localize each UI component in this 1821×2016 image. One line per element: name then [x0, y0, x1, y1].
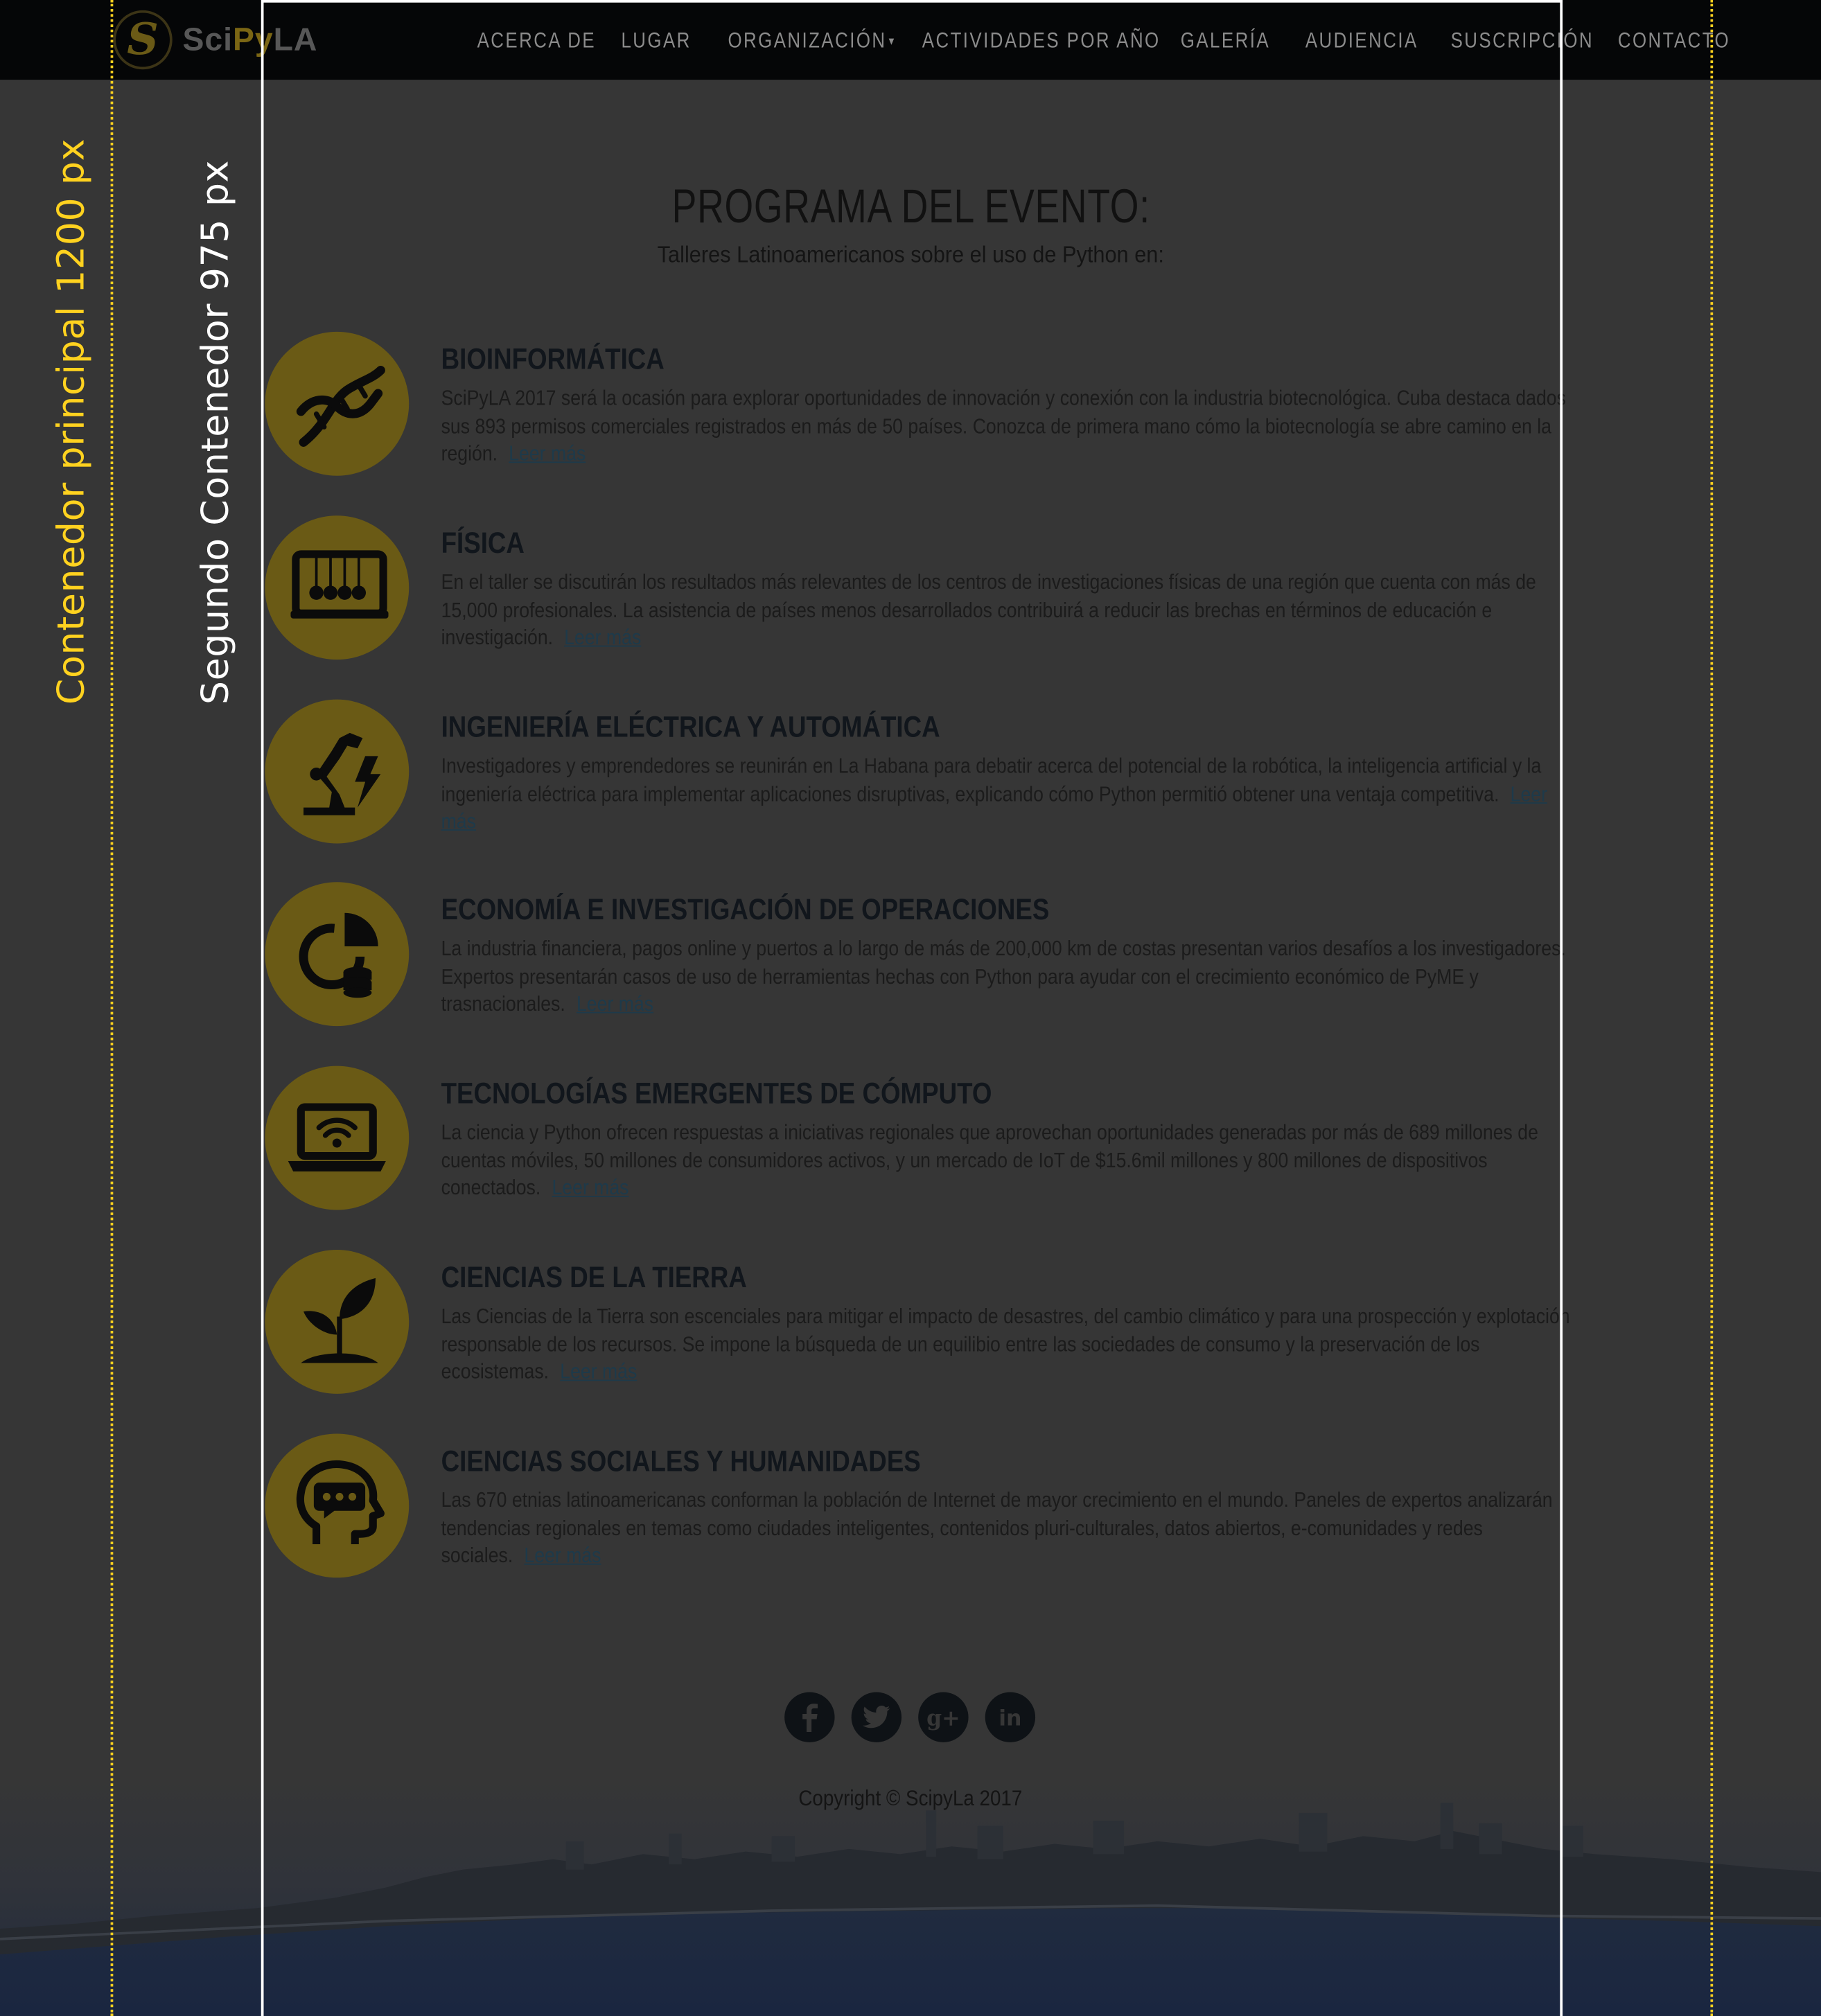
- logo-sci: Sci: [182, 21, 233, 58]
- dna-icon: [265, 331, 410, 476]
- program-subtitle-text: Talleres Latinoamericanos sobre el uso d…: [657, 241, 1164, 268]
- caret-down-icon: ▾: [888, 35, 896, 49]
- logo-la: LA: [273, 21, 318, 58]
- nav-item-galeria[interactable]: GALERÍA: [1181, 28, 1270, 54]
- nav-item-audiencia[interactable]: AUDIENCIA: [1305, 28, 1418, 54]
- nav-item-organizacion-label: ORGANIZACIÓN: [728, 28, 887, 53]
- copyright-text: Copyright © ScipyLa 2017: [798, 1785, 1023, 1811]
- second-container-right-guide: [1560, 0, 1563, 2016]
- read-more-link[interactable]: Leer más: [564, 627, 641, 650]
- nav-item-lugar[interactable]: LUGAR: [621, 28, 691, 54]
- workshop-tecnologias: TECNOLOGÍAS EMERGENTES DE CÓMPUTO La cie…: [263, 1066, 1562, 1221]
- logo-s-icon: S: [113, 10, 173, 70]
- program-subtitle: Talleres Latinoamericanos sobre el uso d…: [0, 242, 1821, 269]
- read-more-link[interactable]: Leer más: [577, 993, 653, 1016]
- scipyla-logo[interactable]: S SciPyLA: [113, 9, 317, 71]
- nav-item-actividades[interactable]: ACTIVIDADES POR AÑO: [922, 28, 1161, 54]
- workshop-title: CIENCIAS SOCIALES Y HUMANIDADES: [441, 1444, 921, 1478]
- second-container-label: Segundo Contenedor 975 px: [193, 160, 237, 705]
- logo-py: Py: [232, 21, 274, 58]
- workshop-description: Las Ciencias de la Tierra son escenciale…: [441, 1304, 1572, 1388]
- main-container-left-guide: [110, 0, 114, 2016]
- nav-item-organizacion[interactable]: ORGANIZACIÓN ▾: [728, 28, 895, 54]
- workshop-description: La ciencia y Python ofrecen respuestas a…: [441, 1120, 1572, 1204]
- program-title-text: PROGRAMA DEL EVENTO:: [671, 179, 1150, 233]
- laptop-wifi-icon: [265, 1066, 410, 1210]
- sprout-icon: [265, 1250, 410, 1394]
- workshop-title: TECNOLOGÍAS EMERGENTES DE CÓMPUTO: [441, 1076, 992, 1110]
- workshop-economia: ECONOMÍA E INVESTIGACIÓN DE OPERACIONES …: [263, 882, 1566, 1036]
- second-container-top-guide: [262, 0, 1563, 3]
- workshop-description-text: Investigadores y emprendedores se reunir…: [441, 754, 1542, 806]
- read-more-link[interactable]: Leer más: [524, 1545, 601, 1568]
- read-more-link[interactable]: Leer más: [509, 443, 586, 466]
- workshop-sociales: CIENCIAS SOCIALES Y HUMANIDADES Las 670 …: [263, 1433, 1562, 1588]
- top-navbar: S SciPyLA ACERCA DE LUGAR ORGANIZACIÓN ▾ …: [0, 0, 1821, 80]
- newtons-cradle-icon: [265, 515, 410, 660]
- main-container-right-guide: [1710, 0, 1714, 2016]
- facebook-icon[interactable]: [784, 1692, 835, 1742]
- workshop-title: CIENCIAS DE LA TIERRA: [441, 1259, 747, 1294]
- page: S SciPyLA ACERCA DE LUGAR ORGANIZACIÓN ▾ …: [0, 0, 1821, 2016]
- svg-text:g+: g+: [926, 1706, 960, 1731]
- google-plus-icon[interactable]: g+: [918, 1692, 969, 1742]
- nav-item-acerca-de[interactable]: ACERCA DE: [477, 28, 596, 54]
- copyright: Copyright © ScipyLa 2017: [0, 1786, 1821, 1812]
- workshop-description-text: Las 670 etnias latinoamericanas conforma…: [441, 1489, 1553, 1568]
- main-container-label: Contenedor principal 1200 px: [49, 138, 93, 705]
- workshop-tierra: CIENCIAS DE LA TIERRA Las Ciencias de la…: [263, 1250, 1570, 1404]
- workshop-description: Las 670 etnias latinoamericanas conforma…: [441, 1487, 1572, 1571]
- pie-chart-coins-icon: [265, 882, 410, 1027]
- linkedin-icon[interactable]: in: [985, 1692, 1036, 1742]
- twitter-icon[interactable]: [851, 1692, 902, 1742]
- program-title: PROGRAMA DEL EVENTO:: [0, 180, 1821, 234]
- workshop-title: ECONOMÍA E INVESTIGACIÓN DE OPERACIONES: [441, 892, 1050, 926]
- workshop-description: La industria financiera, pagos online y …: [441, 936, 1572, 1020]
- workshop-ingenieria: INGENIERÍA ELÉCTRICA Y AUTOMÁTICA Invest…: [263, 699, 1562, 854]
- workshop-description-text: SciPyLA 2017 será la ocasión para explor…: [441, 387, 1566, 466]
- workshop-description: SciPyLA 2017 será la ocasión para explor…: [441, 386, 1572, 470]
- workshop-title: FÍSICA: [441, 526, 525, 560]
- workshop-fisica: FÍSICA En el taller se discutirán los re…: [263, 515, 1562, 670]
- svg-text:in: in: [999, 1706, 1021, 1731]
- workshop-title: BIOINFORMÁTICA: [441, 342, 665, 375]
- second-container-left-guide: [261, 0, 264, 2016]
- logo-wordmark: SciPyLA: [183, 21, 318, 59]
- workshop-title: INGENIERÍA ELÉCTRICA Y AUTOMÁTICA: [441, 709, 940, 743]
- robot-arm-lightning-icon: [265, 699, 410, 844]
- nav-item-suscripcion[interactable]: SUSCRIPCIÓN: [1451, 28, 1594, 54]
- workshop-description: Investigadores y emprendedores se reunir…: [441, 754, 1572, 838]
- nav-item-contacto[interactable]: CONTACTO: [1618, 28, 1730, 54]
- read-more-link[interactable]: Leer más: [552, 1177, 628, 1200]
- head-speech-icon: [265, 1433, 410, 1578]
- workshop-description: En el taller se discutirán los resultado…: [441, 569, 1572, 653]
- workshop-bioinformatica: BIOINFORMÁTICA SciPyLA 2017 será la ocas…: [263, 331, 1566, 486]
- read-more-link[interactable]: Leer más: [560, 1361, 637, 1383]
